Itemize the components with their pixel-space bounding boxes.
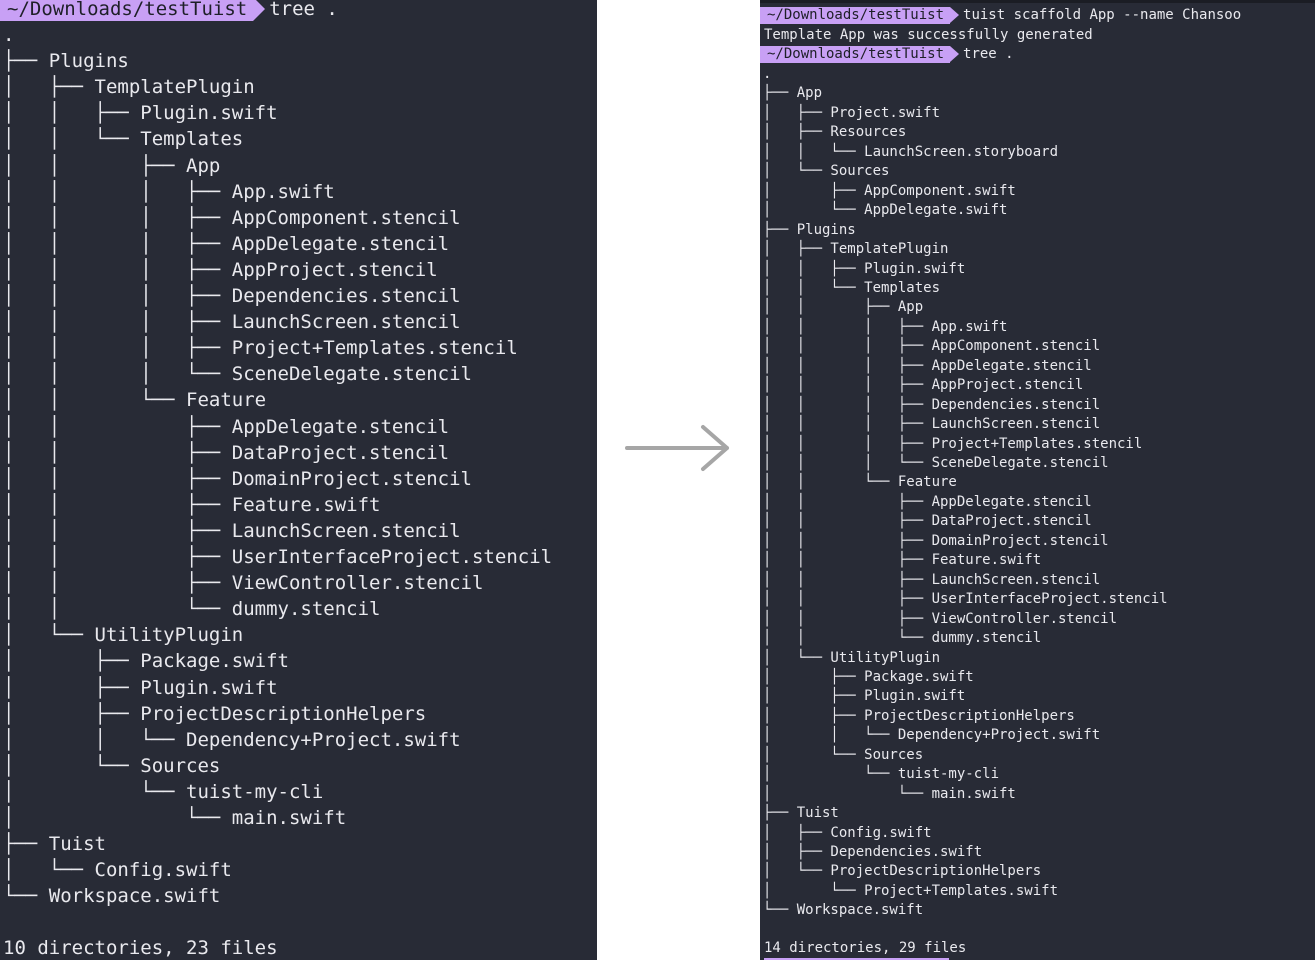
tree-line: │ ├── TemplatePlugin — [763, 241, 949, 258]
tree-line: │ │ │ ├── App.swift — [3, 180, 335, 203]
tree-line: ├── Plugins — [763, 221, 856, 238]
left-command: tree . — [269, 0, 338, 20]
left-summary: 10 directories, 23 files — [3, 937, 278, 959]
tree-line: │ └── UtilityPlugin — [3, 624, 244, 647]
tree-line: │ │ ├── DataProject.stencil — [763, 513, 1092, 530]
tree-line: │ │ │ ├── AppProject.stencil — [3, 258, 438, 281]
right-command-2: tree . — [963, 46, 1014, 62]
tree-line: │ │ ├── AppDelegate.stencil — [763, 493, 1092, 510]
tree-line: │ │ ├── Feature.swift — [763, 552, 1042, 569]
tree-line: │ ├── ProjectDescriptionHelpers — [763, 707, 1075, 724]
tree-line: │ │ ├── App — [3, 154, 221, 177]
tree-line: │ │ │ ├── LaunchScreen.stencil — [763, 416, 1101, 433]
tree-line: │ ├── Resources — [763, 124, 907, 141]
tree-line: │ │ │ ├── Dependencies.stencil — [3, 285, 461, 307]
tree-line: . — [763, 66, 772, 82]
tree-line: │ │ ├── UserInterfaceProject.stencil — [763, 591, 1168, 608]
right-summary: 14 directories, 29 files — [764, 940, 967, 956]
tree-line: │ ├── Plugin.swift — [3, 676, 278, 699]
tree-line: │ │ ├── DomainProject.stencil — [763, 532, 1109, 549]
tree-line: ├── Plugins — [3, 50, 129, 73]
tree-line: ├── Tuist — [763, 805, 839, 822]
tree-line: │ │ ├── DataProject.stencil — [3, 441, 450, 464]
tree-line: │ │ └── LaunchScreen.storyboard — [763, 143, 1059, 160]
tree-line: │ └── tuist-my-cli — [763, 766, 1000, 783]
tree-line: │ └── ProjectDescriptionHelpers — [763, 863, 1042, 880]
tree-line: │ │ └── Dependency+Project.swift — [3, 728, 461, 751]
tree-line: │ │ │ ├── AppComponent.stencil — [763, 338, 1101, 355]
tree-line: │ └── Sources — [3, 754, 221, 777]
tree-line: │ └── Sources — [763, 163, 890, 180]
right-output-line: Template App was successfully generated — [764, 27, 1093, 43]
tree-line: │ ├── TemplatePlugin — [3, 76, 255, 99]
right-prompt-path-2: ~/Downloads/testTuist — [760, 46, 960, 64]
tree-line: │ │ └── dummy.stencil — [3, 598, 381, 621]
tree-line: └── Workspace.swift — [3, 885, 221, 908]
tree-line: │ │ ├── DomainProject.stencil — [3, 467, 472, 490]
tree-line: . — [3, 24, 15, 46]
tree-line: │ │ │ ├── AppDelegate.stencil — [763, 357, 1092, 374]
tree-line: │ ├── Package.swift — [763, 668, 974, 685]
tree-line: │ │ ├── LaunchScreen.stencil — [763, 571, 1101, 588]
right-prompt-line-2: ~/Downloads/testTuist tree . — [760, 45, 1014, 64]
tree-line: │ │ └── Templates — [3, 128, 244, 151]
tree-line: │ ├── Config.swift — [763, 824, 932, 841]
tree-line: │ │ ├── ViewController.stencil — [3, 572, 484, 595]
tree-line: │ │ │ └── SceneDelegate.stencil — [763, 455, 1109, 471]
tree-line: ├── Tuist — [3, 833, 106, 856]
tree-line: │ │ ├── AppDelegate.stencil — [3, 415, 450, 438]
right-prompt-line-1: ~/Downloads/testTuist tuist scaffold App… — [760, 6, 1241, 25]
tree-line: │ │ │ ├── Project+Templates.stencil — [3, 337, 518, 360]
tree-line: │ ├── Project.swift — [763, 104, 941, 121]
right-terminal-window: ~/Downloads/testTuist tuist scaffold App… — [760, 0, 1315, 960]
tree-line: │ └── tuist-my-cli — [3, 780, 324, 803]
tree-line: │ │ └── Feature — [3, 389, 267, 412]
tree-line: │ ├── Dependencies.swift — [763, 844, 983, 860]
tree-line: │ │ ├── Plugin.swift — [763, 260, 966, 277]
tree-line: │ ├── Plugin.swift — [763, 688, 966, 705]
tree-line: │ │ ├── Feature.swift — [3, 493, 381, 516]
tree-line: │ │ │ ├── AppDelegate.stencil — [3, 232, 450, 255]
tree-line: │ │ └── Templates — [763, 279, 941, 296]
tree-line: │ │ │ ├── Project+Templates.stencil — [763, 435, 1143, 452]
tree-line: ├── App — [763, 85, 823, 102]
window-top-edge — [760, 0, 1315, 3]
right-command-1: tuist scaffold App --name Chansoo — [963, 7, 1242, 23]
tree-line: │ │ │ └── SceneDelegate.stencil — [3, 363, 472, 386]
tree-line: │ │ └── Feature — [763, 474, 957, 491]
tree-line: │ │ ├── Plugin.swift — [3, 102, 278, 125]
tree-line: │ └── Project+Templates.swift — [763, 882, 1059, 899]
tree-line: │ │ │ ├── Dependencies.stencil — [763, 396, 1101, 413]
tree-line: │ └── Sources — [763, 746, 924, 763]
tree-line: │ └── main.swift — [3, 807, 347, 829]
tree-line: │ │ ├── App — [763, 299, 924, 316]
tree-line: │ │ │ ├── App.swift — [763, 318, 1008, 335]
tree-line: │ │ └── dummy.stencil — [763, 630, 1042, 647]
tree-line: │ └── Config.swift — [3, 859, 232, 882]
tree-line: │ │ ├── LaunchScreen.stencil — [3, 519, 461, 542]
tree-line: │ │ ├── ViewController.stencil — [763, 610, 1118, 627]
left-terminal-window: ~/Downloads/testTuist tree . . ├── Plugin… — [0, 0, 597, 960]
tree-line: │ ├── Package.swift — [3, 650, 289, 673]
tree-line: │ ├── ProjectDescriptionHelpers — [3, 702, 427, 725]
tree-line: │ │ │ ├── LaunchScreen.stencil — [3, 311, 461, 334]
tree-line: │ └── UtilityPlugin — [763, 649, 941, 666]
right-arrow-icon — [623, 420, 735, 476]
tree-line: │ └── AppDelegate.swift — [763, 202, 1008, 219]
tree-line: │ ├── AppComponent.swift — [763, 182, 1016, 199]
tree-line: │ │ │ ├── AppComponent.stencil — [3, 206, 461, 229]
right-prompt-path-1: ~/Downloads/testTuist — [760, 7, 960, 25]
tree-line: │ │ └── Dependency+Project.swift — [763, 727, 1101, 744]
tree-line: │ │ │ ├── AppProject.stencil — [763, 377, 1084, 394]
tree-line: │ └── main.swift — [763, 785, 1016, 802]
tree-line: └── Workspace.swift — [763, 902, 924, 919]
tree-line: │ │ ├── UserInterfaceProject.stencil — [3, 546, 553, 568]
left-prompt-line: ~/Downloads/testTuist tree . — [0, 0, 338, 22]
left-prompt-path: ~/Downloads/testTuist — [0, 0, 266, 22]
